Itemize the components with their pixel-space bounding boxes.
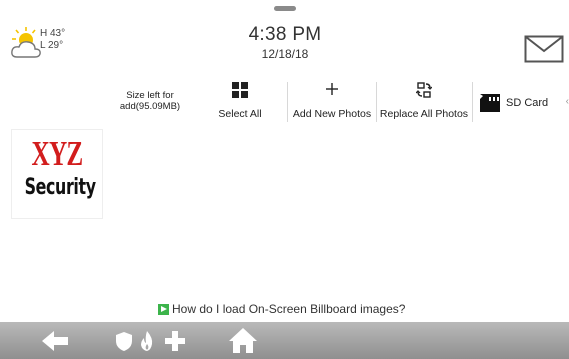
current-time: 4:38 PM — [248, 24, 322, 45]
logo-subtitle-text: Security — [24, 175, 96, 200]
screen: H 43° L 29° 4:38 PM 12/18/18 Size left f… — [0, 0, 569, 359]
select-all-icon — [232, 82, 248, 98]
low-temp: L 29° — [40, 40, 64, 51]
temperature-readout: H 43° L 29° — [40, 28, 65, 52]
home-icon[interactable] — [226, 322, 260, 359]
plus-icon — [326, 83, 338, 95]
toolbar-scroll-hint: ‹ — [565, 96, 569, 107]
storage-remaining: Size left for add(95.09MB) — [110, 90, 190, 118]
sd-card-button[interactable]: SD Card — [476, 78, 556, 124]
bottom-nav-bar — [0, 322, 569, 359]
add-new-photos-label: Add New Photos — [292, 108, 372, 120]
select-all-button[interactable]: Select All — [212, 78, 268, 124]
toolbar-divider — [472, 82, 473, 122]
high-temp: H 43° — [40, 28, 66, 39]
help-link[interactable]: How do I load On-Screen Billboard images… — [158, 302, 405, 318]
replace-icon — [416, 82, 432, 98]
photo-thumbnail[interactable]: XYZ Security — [11, 129, 103, 219]
play-icon — [158, 304, 169, 315]
add-new-photos-button[interactable]: Add New Photos — [288, 78, 376, 124]
logo-brand-text: XYZ — [31, 134, 83, 173]
clock: 4:38 PM 12/18/18 — [200, 24, 370, 62]
photo-toolbar: Size left for add(95.09MB) Select All Ad… — [100, 78, 569, 124]
sd-card-row: SD Card — [476, 94, 556, 112]
partly-cloudy-icon — [11, 27, 41, 58]
shield-icon[interactable] — [114, 322, 134, 359]
sd-card-label: SD Card — [506, 97, 549, 109]
storage-value: add(95.09MB) — [119, 101, 181, 112]
help-link-text: How do I load On-Screen Billboard images… — [172, 302, 406, 316]
weather-widget[interactable]: H 43° L 29° — [10, 26, 90, 66]
storage-label: Size left for — [126, 90, 174, 101]
medical-plus-icon[interactable] — [163, 322, 187, 359]
replace-all-photos-label: Replace All Photos — [379, 108, 469, 120]
pull-down-handle[interactable] — [274, 6, 296, 11]
select-all-label: Select All — [218, 108, 262, 120]
fire-icon[interactable] — [137, 322, 157, 359]
back-arrow-icon[interactable] — [38, 322, 72, 359]
sd-card-icon — [480, 94, 500, 112]
replace-all-photos-button[interactable]: Replace All Photos — [376, 78, 472, 124]
current-date: 12/18/18 — [261, 47, 309, 61]
mail-icon[interactable] — [524, 35, 564, 63]
